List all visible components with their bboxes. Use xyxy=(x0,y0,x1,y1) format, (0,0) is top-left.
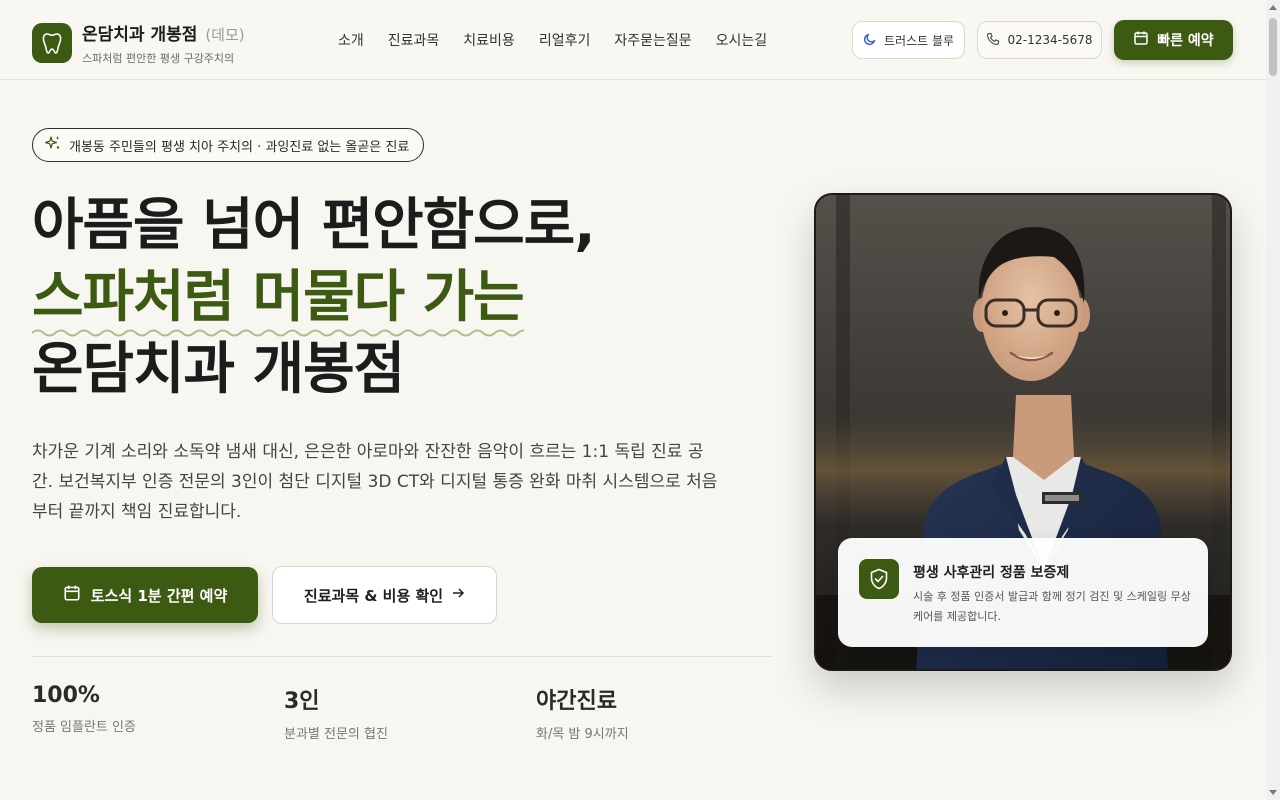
page-scrollbar[interactable] xyxy=(1266,0,1280,800)
nav-reviews[interactable]: 리얼후기 xyxy=(539,30,591,50)
phone-icon xyxy=(986,32,1000,49)
hero-badge: 개봉동 주민들의 평생 치아 주치의 · 과잉진료 없는 올곧은 진료 xyxy=(32,128,425,162)
phone-button[interactable]: 02-1234-5678 xyxy=(977,21,1102,59)
brand-tagline: 스파처럼 편안한 평생 구강주치의 xyxy=(82,52,235,65)
stat-value: 100% xyxy=(32,683,100,708)
hero-title-line1: 아픔을 넘어 편안함으로, xyxy=(32,193,595,258)
arrow-right-icon xyxy=(451,586,465,604)
tooth-icon xyxy=(32,23,72,63)
stat-implant: 100% 정품 임플란트 인증 xyxy=(32,683,136,735)
stat-value: 3인 xyxy=(284,689,320,714)
hero-description: 차가운 기계 소리와 소독약 냄새 대신, 은은한 아로마와 잔잔한 음악이 흐… xyxy=(32,442,718,522)
nav-pricing[interactable]: 치료비용 xyxy=(463,30,515,50)
stat-value: 야간진료 xyxy=(536,689,617,714)
nav-faq[interactable]: 자주묻는질문 xyxy=(614,30,691,50)
guarantee-title: 평생 사후관리 정품 보증제 xyxy=(913,565,1070,581)
easy-reserve-label: 토스식 1분 간편 예약 xyxy=(90,586,228,605)
site-header: 온담치과 개봉점 (데모) 스파처럼 편안한 평생 구강주치의 소개 진료과목 … xyxy=(0,0,1266,80)
stat-label: 분과별 전문의 협진 xyxy=(284,727,388,742)
scroll-up-arrow[interactable] xyxy=(1269,5,1277,10)
hero-title-highlight: 스파처럼 머물다 가는 xyxy=(32,262,525,337)
view-departments-button[interactable]: 진료과목 & 비용 확인 xyxy=(272,566,497,624)
guarantee-card: 평생 사후관리 정품 보증제 시술 후 정품 인증서 발급과 함께 정기 검진 … xyxy=(838,538,1208,647)
stats-divider xyxy=(32,656,772,657)
hero-badge-text: 개봉동 주민들의 평생 치아 주치의 · 과잉진료 없는 올곧은 진료 xyxy=(69,139,410,155)
stat-specialists: 3인 분과별 전문의 협진 xyxy=(284,683,388,742)
phone-number: 02-1234-5678 xyxy=(1007,33,1093,47)
main-nav: 소개 진료과목 치료비용 리얼후기 자주묻는질문 오시는길 xyxy=(338,30,767,50)
moon-icon xyxy=(863,32,877,49)
sparkle-icon xyxy=(44,135,61,155)
calendar-icon xyxy=(1133,30,1149,50)
shield-check-icon xyxy=(859,559,899,599)
wavy-underline xyxy=(32,329,524,337)
scroll-down-arrow[interactable] xyxy=(1269,790,1277,795)
quick-reserve-label: 빠른 예약 xyxy=(1157,33,1214,49)
quick-reserve-button[interactable]: 빠른 예약 xyxy=(1114,20,1233,60)
demo-label: (데모) xyxy=(205,26,245,44)
view-departments-label: 진료과목 & 비용 확인 xyxy=(303,586,444,605)
stat-label: 화/목 밤 9시까지 xyxy=(536,727,629,742)
nav-departments[interactable]: 진료과목 xyxy=(388,30,440,50)
hero-title-line3: 온담치과 개봉점 xyxy=(32,337,405,402)
easy-reserve-button[interactable]: 토스식 1분 간편 예약 xyxy=(32,567,258,623)
scroll-thumb[interactable] xyxy=(1269,18,1277,76)
guarantee-description: 시술 후 정품 인증서 발급과 함께 정기 검진 및 스케일링 무상 케어를 제… xyxy=(913,590,1191,623)
stat-night-care: 야간진료 화/목 밤 9시까지 xyxy=(536,683,629,742)
brand-logo[interactable]: 온담치과 개봉점 (데모) 스파처럼 편안한 평생 구강주치의 xyxy=(32,20,245,66)
calendar-icon xyxy=(63,584,81,606)
theme-toggle-button[interactable]: 트러스트 블루 xyxy=(852,21,965,59)
brand-name: 온담치과 개봉점 (데모) xyxy=(82,25,245,45)
hero-title: 아픔을 넘어 편안함으로, 스파처럼 머물다 가는 온담치과 개봉점 xyxy=(32,190,595,406)
nav-intro[interactable]: 소개 xyxy=(338,30,364,50)
stat-label: 정품 임플란트 인증 xyxy=(32,720,136,735)
theme-toggle-label: 트러스트 블루 xyxy=(883,33,955,48)
nav-location[interactable]: 오시는길 xyxy=(716,30,768,50)
